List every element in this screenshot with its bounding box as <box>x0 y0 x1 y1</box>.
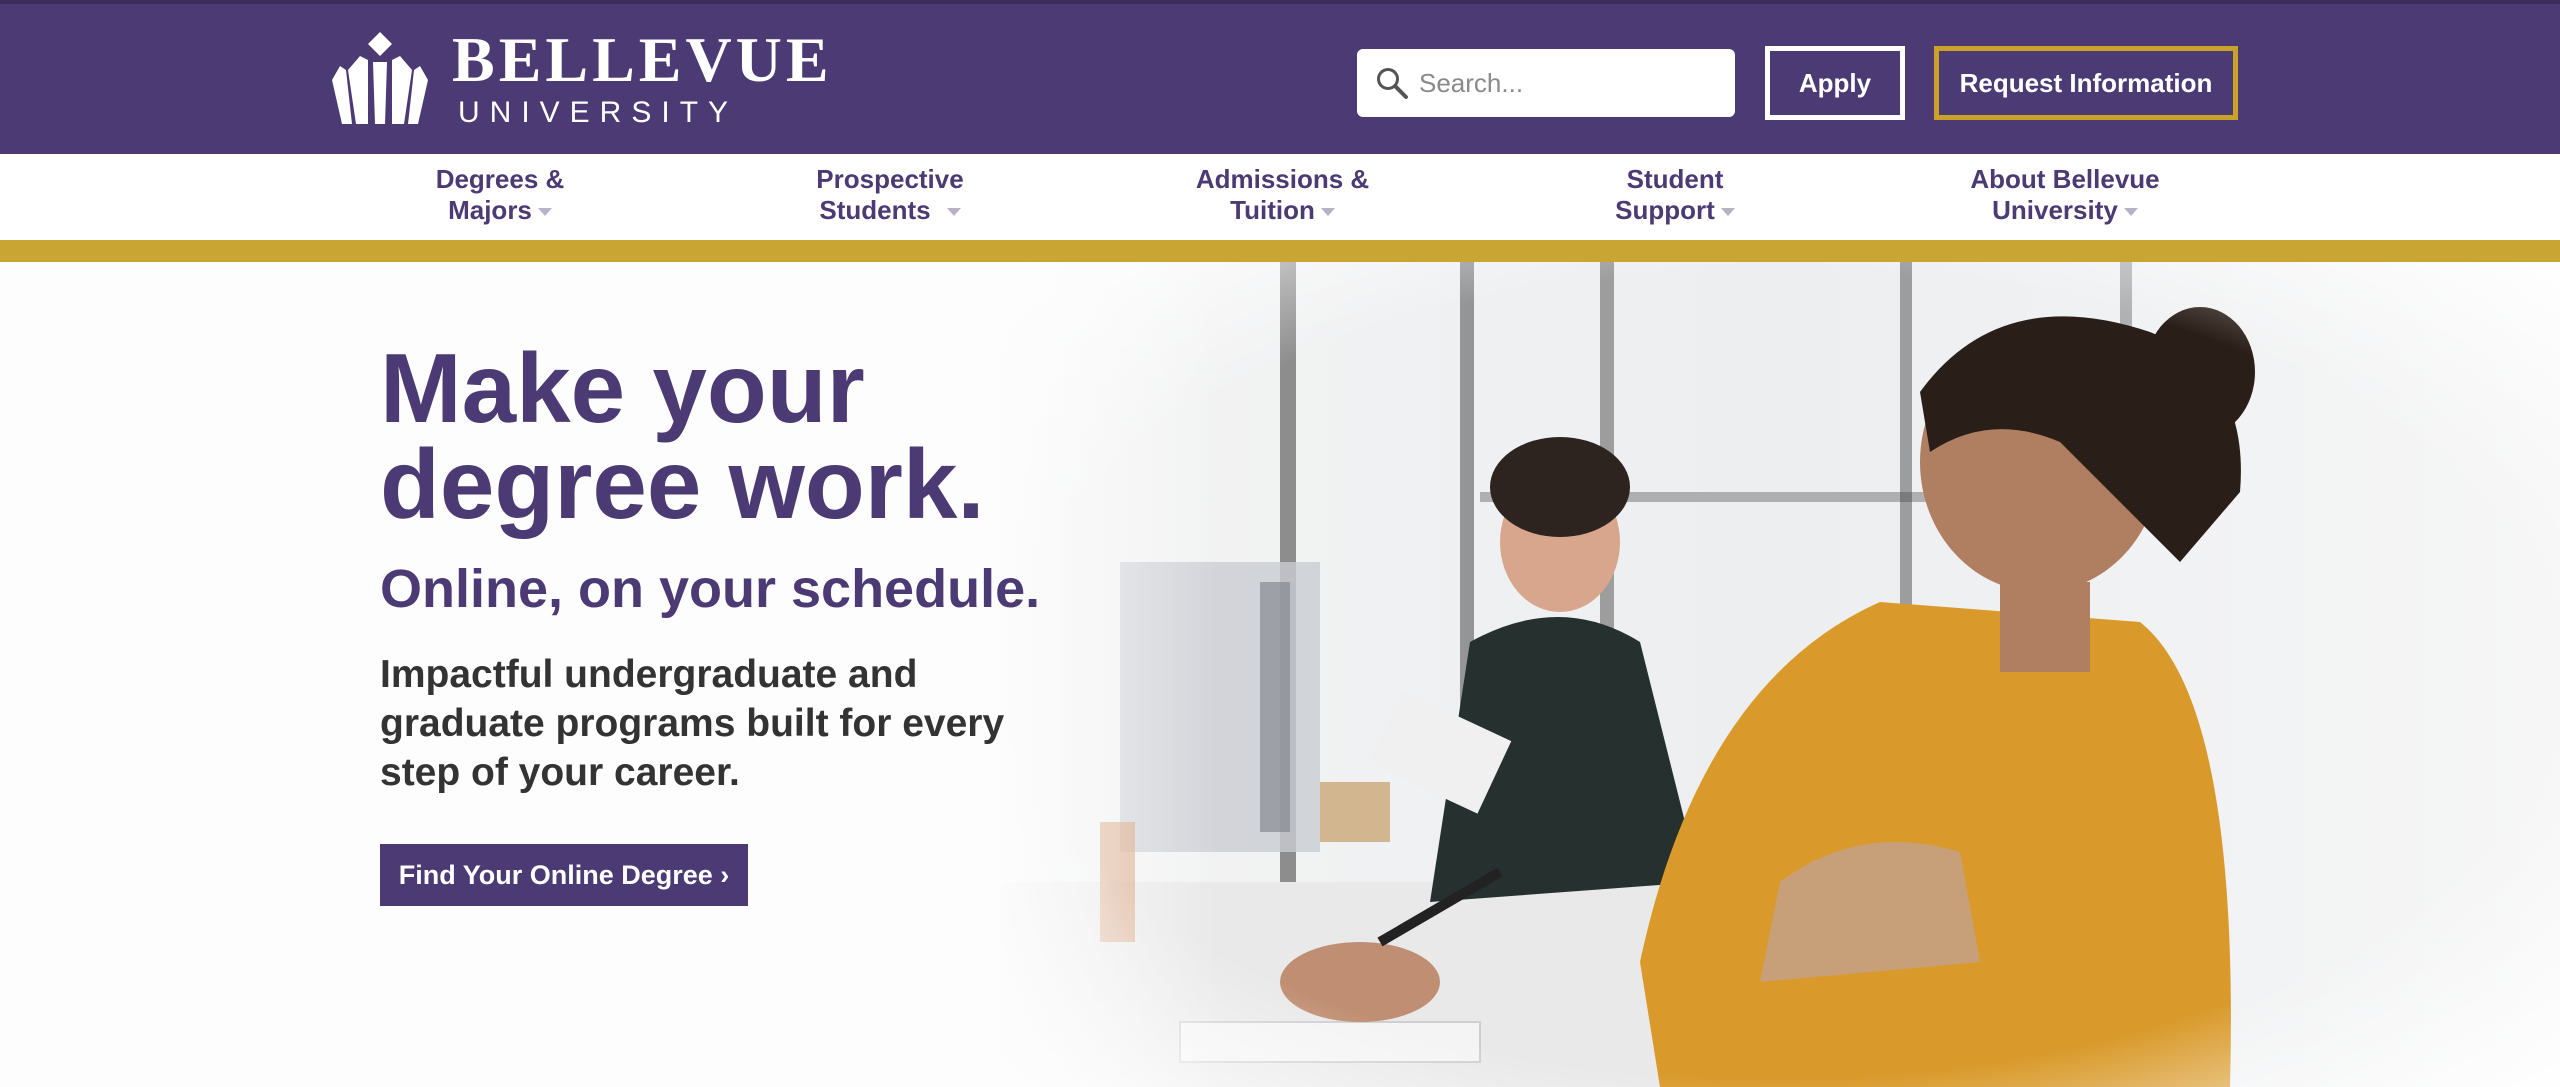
nav-item-student-support[interactable]: Student Support <box>1590 164 1760 226</box>
chevron-down-icon <box>1720 208 1735 217</box>
logo-name: BELLEVUE <box>452 24 833 95</box>
logo-subtitle: UNIVERSITY <box>458 96 739 129</box>
site-header: BELLEVUE UNIVERSITY Apply Request Inform… <box>0 0 2560 154</box>
nav-item-line2: Tuition <box>1230 195 1315 225</box>
search-box[interactable] <box>1357 49 1735 117</box>
chevron-down-icon <box>2123 208 2138 217</box>
hero-headline: Make your degree work. <box>380 333 1180 539</box>
nav-item-line1: Admissions & <box>1195 164 1370 194</box>
nav-item-line1: About Bellevue <box>1970 164 2160 194</box>
chevron-down-icon <box>1320 208 1335 217</box>
headline-line-1: Make your <box>380 333 865 443</box>
hero-photo-woman-at-computer <box>1000 262 2560 1087</box>
main-nav: Degrees & Majors Prospective Students Ad… <box>0 154 2560 240</box>
find-online-degree-button[interactable]: Find Your Online Degree › <box>380 844 748 906</box>
search-icon <box>1377 68 1408 99</box>
nav-item-line2: Support <box>1615 195 1715 225</box>
logo-mark-icon <box>332 32 428 124</box>
nav-item-line2: Majors <box>448 195 532 225</box>
logo-wordmark: BELLEVUE UNIVERSITY <box>452 28 833 128</box>
nav-item-line2: University <box>1992 195 2118 225</box>
hero-body-text: Impactful undergraduate and graduate pro… <box>380 653 1005 794</box>
nav-item-line2: Students <box>819 195 931 225</box>
hero-subheadline: Online, on your schedule. <box>380 559 1041 619</box>
nav-item-about-bellevue[interactable]: About Bellevue University <box>1965 164 2165 226</box>
apply-button[interactable]: Apply <box>1765 46 1905 120</box>
bellevue-logo[interactable]: BELLEVUE UNIVERSITY <box>330 28 833 128</box>
nav-item-admissions-tuition[interactable]: Admissions & Tuition <box>1180 164 1385 226</box>
request-information-button[interactable]: Request Information <box>1934 46 2238 120</box>
gold-divider <box>0 240 2560 262</box>
search-input[interactable] <box>1419 67 1719 99</box>
nav-item-line1: Student <box>1626 164 1724 194</box>
headline-line-2: degree work. <box>380 429 985 539</box>
nav-item-line1: Prospective <box>816 164 964 194</box>
chevron-down-icon <box>537 208 552 217</box>
nav-item-degrees-majors[interactable]: Degrees & Majors <box>430 164 570 226</box>
nav-item-prospective-students[interactable]: Prospective Students <box>805 164 975 226</box>
nav-item-line1: Degrees & <box>435 164 565 194</box>
hero-section: Make your degree work. Online, on your s… <box>0 262 2560 1087</box>
chevron-down-icon <box>946 208 961 217</box>
